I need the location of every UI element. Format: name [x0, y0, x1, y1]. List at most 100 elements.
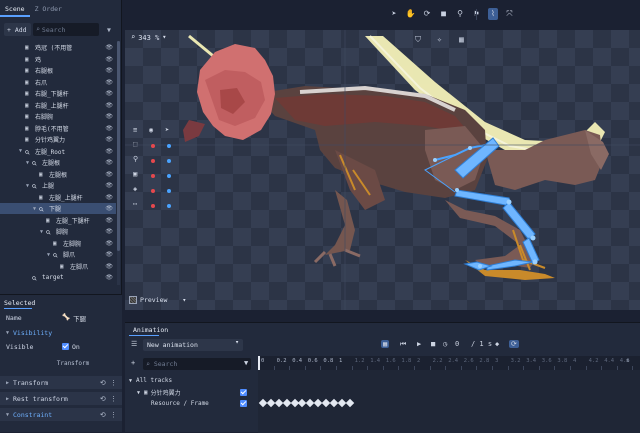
reset-icon[interactable]: ⟲ ⋮ — [100, 395, 117, 403]
rotate-icon[interactable]: ⟳ — [422, 8, 432, 20]
name-value[interactable]: 🦴 下腿 — [62, 313, 86, 322]
eye-icon[interactable]: 👁 — [105, 90, 113, 97]
eye-icon[interactable]: 👁 — [105, 125, 113, 132]
eye-icon[interactable]: 👁 — [105, 240, 113, 247]
timeline-ruler[interactable]: 0 0.2 0.4 0.6 0.8 1 1.2 1.4 1.6 1.8 2 2.2 2.4 2.6 2.8 3… — [258, 356, 640, 370]
eye-icon[interactable]: 👁 — [105, 228, 113, 235]
eye-icon[interactable]: 👁 — [105, 79, 113, 86]
menu-icon[interactable]: ≡ — [133, 126, 137, 134]
track-group-row[interactable]: ▼ ▣ 分针鸡翼力 — [137, 387, 258, 398]
timeline-mode-icon[interactable]: ▦ — [381, 340, 390, 348]
keyframe[interactable] — [274, 398, 284, 408]
visibility-dot[interactable] — [151, 174, 155, 178]
skip-start-icon[interactable]: ⏮ — [400, 340, 406, 349]
hand-icon[interactable]: ✋ — [406, 8, 416, 20]
tree-item[interactable]: ▣ 右腿_上腿杆 👁 — [0, 100, 116, 111]
tree-item[interactable]: ▼ ⚲ 左腿_Root 👁 — [0, 146, 116, 157]
reset-icon[interactable]: ⟲ ⋮ — [100, 411, 117, 419]
filter-icon[interactable]: ▼ — [102, 23, 116, 36]
eye-icon[interactable]: 👁 — [105, 194, 113, 201]
tree-item[interactable]: ▼ ⚲ 上腿 👁 — [0, 180, 116, 191]
track-item-checkbox[interactable] — [240, 400, 247, 407]
frame-input[interactable]: 0 — [455, 340, 459, 348]
stop-icon[interactable]: ■ — [431, 340, 435, 348]
keyframe[interactable] — [345, 398, 355, 408]
track-search-input[interactable]: ⌕ Search — [143, 358, 251, 370]
animation-tab[interactable]: Animation — [129, 326, 172, 336]
transform-icon[interactable]: ⤧ — [505, 8, 515, 20]
tree-item[interactable]: ▼ ⚲ 左腿根 👁 — [0, 157, 116, 168]
tree-item[interactable]: ▣ 右脚腕 👁 — [0, 111, 116, 122]
select-dot[interactable] — [167, 144, 171, 148]
visibility-dot[interactable] — [151, 204, 155, 208]
keyframe-icon[interactable]: ◆ — [495, 340, 499, 348]
playhead[interactable] — [258, 356, 260, 370]
visibility-dot[interactable] — [151, 159, 155, 163]
filter-icon[interactable]: ▼ — [244, 359, 248, 367]
all-tracks-row[interactable]: ▼ All tracks — [129, 375, 262, 386]
tree-item[interactable]: ▣ 鸡冠 (不用管 👁 — [0, 42, 116, 53]
tab-z-order[interactable]: Z Order — [30, 3, 67, 17]
canvas-viewport[interactable]: ⌕ 343 % ▾ ⛉ ✧ ▦ ≡ ◉ ➤ ⬚ ⚲ ▣ ◈ ⋯ Preview ▾ — [125, 30, 640, 310]
tree-item[interactable]: ▣ 左腿根 👁 — [0, 169, 116, 180]
eye-icon[interactable]: 👁 — [105, 148, 113, 155]
select-dot[interactable] — [167, 189, 171, 193]
tree-item[interactable]: ▣ 分针鸡翼力 👁 — [0, 134, 116, 145]
tree-item[interactable]: ⚲ target 👁 — [0, 272, 116, 283]
eye-icon[interactable]: ◉ — [149, 126, 153, 134]
eye-icon[interactable]: 👁 — [105, 182, 113, 189]
eye-icon[interactable]: 👁 — [105, 274, 113, 281]
tree-item[interactable]: ▼ ⚲ 下腿 👁 — [0, 203, 116, 214]
tree-item[interactable]: ▣ 右爪 👁 — [0, 77, 116, 88]
track-group-checkbox[interactable] — [240, 389, 247, 396]
constraint-section[interactable]: ▼ Constraint ⟲ ⋮ — [0, 408, 122, 421]
eye-icon[interactable]: 👁 — [105, 44, 113, 51]
rest-transform-section[interactable]: ▶ Rest transform ⟲ ⋮ — [0, 392, 122, 405]
pointer-icon[interactable]: ➤ — [389, 8, 399, 20]
guides-icon[interactable]: ✧ — [437, 35, 442, 44]
onion-skin-icon[interactable]: ⛉ — [415, 35, 421, 45]
scene-search-input[interactable]: ⌕ Search — [33, 23, 99, 36]
eye-icon[interactable]: 👁 — [105, 263, 113, 270]
eye-icon[interactable]: 👁 — [105, 171, 113, 178]
tree-item[interactable]: ▣ 鸡 👁 — [0, 54, 116, 65]
keyframe[interactable] — [282, 398, 291, 408]
tree-item[interactable]: ▣ 右腿_下腿杆 👁 — [0, 88, 116, 99]
track-item-row[interactable]: Resource / Frame — [151, 398, 258, 409]
tree-item[interactable]: ▼ ⚲ 脚爪 👁 — [0, 249, 116, 260]
tab-scene[interactable]: Scene — [0, 3, 30, 17]
eye-icon[interactable]: 👁 — [105, 205, 113, 212]
eye-icon[interactable]: 👁 — [105, 251, 113, 258]
preview-toggle[interactable]: Preview ▾ — [129, 296, 186, 304]
tree-item[interactable]: ▣ 左脚爪 👁 — [0, 261, 116, 272]
tree-item[interactable]: ▣ 脖毛(不用管 👁 — [0, 123, 116, 134]
eye-icon[interactable]: 👁 — [105, 102, 113, 109]
tree-item[interactable]: ▼ ⚲ 脚腕 👁 — [0, 226, 116, 237]
eye-icon[interactable]: 👁 — [105, 67, 113, 74]
transform-section[interactable]: ▶ Transform ⟲ ⋮ — [0, 376, 122, 389]
grid-icon[interactable]: ▦ — [459, 35, 464, 44]
visible-toggle[interactable]: On — [62, 343, 80, 351]
loop-icon[interactable]: ⟳ — [509, 340, 519, 348]
cursor-icon[interactable]: ➤ — [165, 126, 169, 134]
tree-item[interactable]: ▣ 左腿_上腿杆 👁 — [0, 192, 116, 203]
eye-icon[interactable]: 👁 — [105, 136, 113, 143]
tree-item[interactable]: ▣ 左腿_下腿杆 👁 — [0, 215, 116, 226]
eye-icon[interactable]: 👁 — [105, 159, 113, 166]
eye-icon[interactable]: 👁 — [105, 113, 113, 120]
square-icon[interactable]: ■ — [439, 8, 449, 20]
play-icon[interactable]: ▶ — [417, 340, 421, 348]
ik-icon[interactable]: ⌇ — [488, 8, 498, 20]
visibility-dot[interactable] — [151, 144, 155, 148]
add-node-button[interactable]: + Add — [4, 23, 31, 36]
select-dot[interactable] — [167, 204, 171, 208]
zoom-control[interactable]: ⌕ 343 % ▾ — [131, 34, 167, 43]
bone-icon[interactable]: ⚲ — [455, 8, 465, 20]
animation-select[interactable]: New animation ▾ — [143, 339, 243, 351]
select-dot[interactable] — [167, 159, 171, 163]
reset-icon[interactable]: ⟲ ⋮ — [100, 379, 117, 387]
visibility-dot[interactable] — [151, 189, 155, 193]
menu-icon[interactable]: ☰ — [131, 340, 137, 348]
tree-item[interactable]: ▣ 右腿根 👁 — [0, 65, 116, 76]
add-track-icon[interactable]: + — [131, 359, 135, 367]
